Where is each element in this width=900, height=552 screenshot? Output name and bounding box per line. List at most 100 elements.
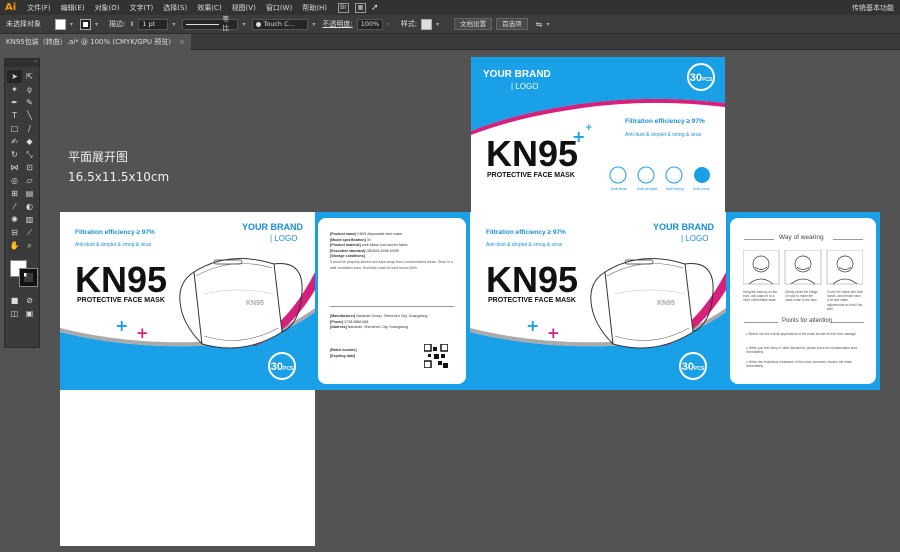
info-key: [Phone] [330,319,344,324]
menu-window[interactable]: 窗口(W) [261,3,297,13]
chevron-down-icon[interactable]: ▾ [436,21,442,28]
anti-text: Anti-dust & droplet & smog & virus [75,242,152,248]
menu-edit[interactable]: 编辑(E) [56,3,90,13]
gpu-performance-icon[interactable]: ➚ [366,3,384,13]
mask-print: KN95 [657,300,675,307]
paintbrush-icon[interactable]: ∕ [22,122,37,135]
shape-builder-icon[interactable]: ◎ [7,174,22,187]
column-graph-icon[interactable]: ▥ [22,213,37,226]
mask-illustration [590,258,714,349]
workspace-switcher[interactable]: 传统基本功能 [852,3,900,13]
magic-wand-icon[interactable]: ✦ [7,83,22,96]
symbol-sprayer-icon[interactable]: ✺ [7,213,22,226]
menu-select[interactable]: 选择(S) [158,3,192,13]
opacity-input[interactable]: 100% [356,18,383,30]
zoom-tool-icon[interactable]: ⌕ [22,239,37,252]
document-tab[interactable]: KN95包装（转曲）.ai* @ 100% (CMYK/GPU 预览) × [0,34,191,50]
menu-object[interactable]: 对象(O) [90,3,125,13]
shaper-tool-icon[interactable]: ✍ [7,135,22,148]
stroke-swatch[interactable] [80,18,91,30]
stroke-box[interactable] [19,268,38,287]
opacity-label[interactable]: 不透明度: [322,19,352,29]
gradient-tool-icon[interactable]: ▤ [22,187,37,200]
attention-item: ● When you feel dizzy or other discomfor… [746,346,864,354]
company-list: [Manufacturer] Nanshan Group, Shenzhen C… [330,314,456,331]
menu-type[interactable]: 文字(T) [125,3,159,13]
slice-tool-icon[interactable]: ⟋ [22,226,37,239]
screen-mode-icon[interactable]: ▣ [22,307,37,320]
attention-text: When you feel dizzy or other discomfort,… [746,346,858,355]
attention-item: ● When the respiratory resistance of the… [746,360,864,368]
fill-swatch[interactable] [55,18,66,30]
brush-definition[interactable]: Touch C... [252,18,309,30]
mesh-tool-icon[interactable]: ⊞ [7,187,22,200]
perspective-grid-icon[interactable]: ▱ [22,174,37,187]
icon-label-virus: Anti virus [693,186,710,191]
rectangle-tool-icon[interactable]: □ [7,122,22,135]
menu-view[interactable]: 视图(V) [227,3,261,13]
variable-width-profile[interactable]: 等比 [182,15,239,32]
chevron-down-icon[interactable]: ▾ [546,21,552,28]
anti-text: Anti-dust & droplet & smog & virus [486,242,563,248]
blend-tool-icon[interactable]: ◐ [22,200,37,213]
eyedropper-icon[interactable]: ⁄ [7,200,22,213]
info-key: [Model specification] [330,237,366,242]
chevron-down-icon[interactable]: ▾ [242,21,248,28]
draw-mode-icon[interactable]: ◫ [7,307,22,320]
top-panel: YOUR BRAND | LOGO 30PCS Filtration effic… [471,57,725,213]
info-card: [Product name] KN95 disposable face mask… [318,218,466,384]
bridge-icon[interactable]: Br [337,2,349,13]
info-value: Nanshan, Shenzhen City, Guangdong [347,325,409,330]
chevron-down-icon[interactable]: ▾ [172,21,178,28]
menu-effect[interactable]: 效果(C) [192,3,226,13]
chevron-down-icon[interactable]: ▾ [70,21,76,28]
document-setup-button[interactable]: 文档设置 [454,18,493,30]
artboard-tool-icon[interactable]: ⊟ [7,226,22,239]
info-value: GB2626-2006 KN95 [366,248,399,253]
chevron-down-icon[interactable]: ▾ [312,21,318,28]
anti-text: Anti-dust & droplet & smog & virus [625,132,702,138]
eraser-icon[interactable]: ◆ [22,135,37,148]
chevron-down-icon[interactable]: ▾ [95,21,101,28]
brand-name: YOUR BRAND [242,222,304,232]
line-tool-icon[interactable]: ╲ [22,109,37,122]
pen-tool-icon[interactable]: ✒ [7,96,22,109]
way-divider-left [744,239,774,240]
type-tool-icon[interactable]: T [7,109,22,122]
none-icon[interactable]: ⊘ [22,294,37,307]
tools-panel-header[interactable]: » [5,59,39,67]
preferences-button[interactable]: 首选项 [496,18,528,30]
arrange-documents-icon[interactable]: ▦ [354,2,366,13]
scale-tool-icon[interactable]: ⤡ [22,148,37,161]
close-icon[interactable]: × [179,34,185,50]
rotate-tool-icon[interactable]: ↻ [7,148,22,161]
hand-tool-icon[interactable]: ✋ [7,239,22,252]
width-tool-icon[interactable]: ⋈ [7,161,22,174]
lasso-icon[interactable]: ϙ [22,83,37,96]
color-icon[interactable]: ■ [7,294,22,307]
info-key: [Product name] [330,232,357,236]
fill-stroke-control[interactable] [7,258,38,288]
plus-decoration-icon: + [115,316,129,335]
stepper-icon[interactable]: ⇕ [129,21,134,28]
chevron-right-icon[interactable]: › [387,21,393,28]
pcs-count: 30 [270,361,283,373]
direct-selection-tool-icon[interactable]: ⇱ [22,70,37,83]
menu-file[interactable]: 文件(F) [22,3,56,13]
stroke-weight-input[interactable]: 1 pt [138,18,169,30]
icon-label-smog: Anti smog [666,186,684,191]
info-row: [Expiring date] [330,354,410,360]
front-panel-left: Filtration efficiency ≥ 97% Anti-dust & … [60,212,315,390]
brand-name: YOUR BRAND [483,69,551,80]
menu-help[interactable]: 帮助(H) [297,3,332,13]
info-key: [Storage conditions] [330,254,365,259]
arrange-icon[interactable]: ⇋ [536,20,543,29]
icon-label-droplet: Anti droplet [637,186,658,191]
flat-layout-label: 平面展开图 [68,150,129,164]
curvature-tool-icon[interactable]: ✎ [22,96,37,109]
free-transform-icon[interactable]: ⊡ [22,161,37,174]
graphic-style-swatch[interactable] [421,18,433,30]
plus-decoration-pink-icon: + [547,324,560,342]
tools-grid: ➤ ⇱ ✦ ϙ ✒ ✎ T ╲ □ ∕ ✍ ◆ ↻ ⤡ ⋈ ⊡ ◎ ▱ ⊞ ▤ … [5,67,39,255]
selection-tool-icon[interactable]: ➤ [7,70,22,83]
